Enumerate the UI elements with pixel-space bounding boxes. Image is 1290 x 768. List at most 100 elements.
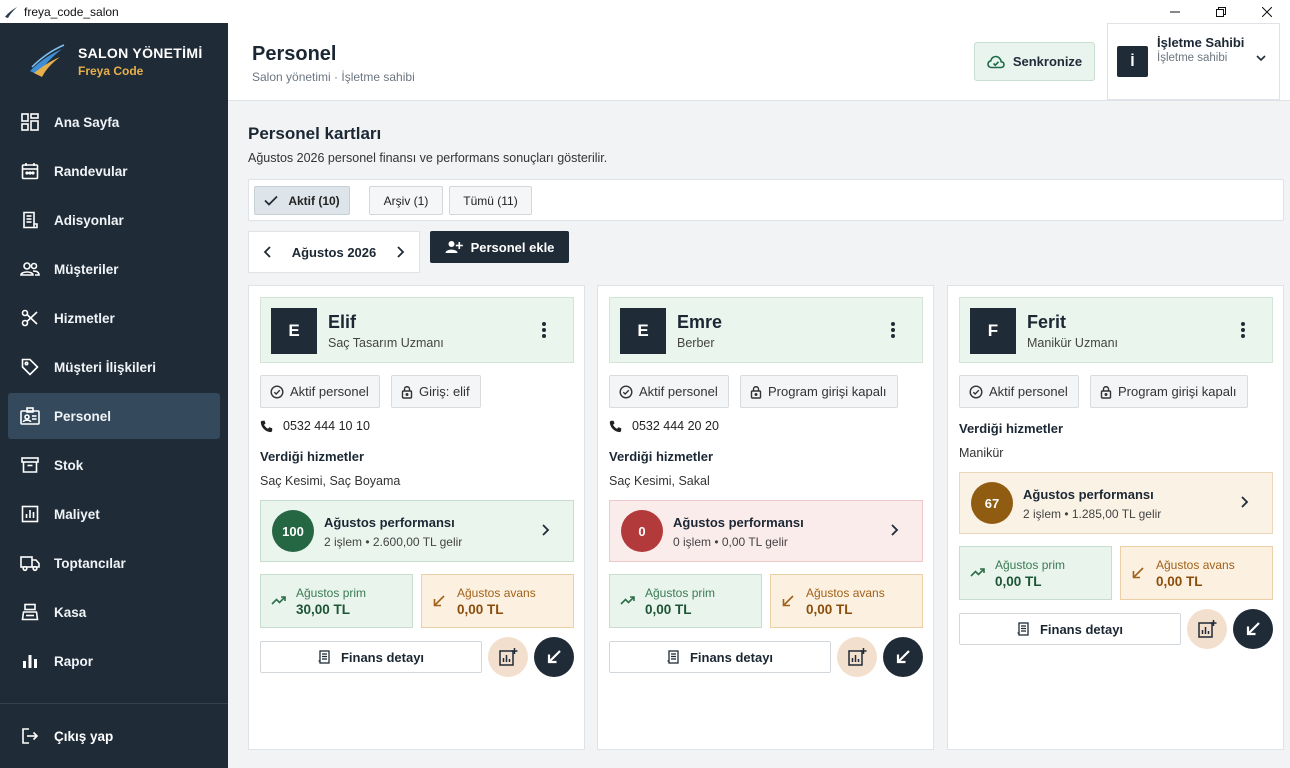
sidebar: SALON YÖNETİMİ Freya Code Ana Sayfa Rand… (0, 23, 228, 768)
brand: SALON YÖNETİMİ Freya Code (0, 23, 228, 99)
sidebar-item-musteriler[interactable]: Müşteriler (8, 246, 220, 292)
filter-bar: Aktif (10) Arşiv (1) Tümü (11) (248, 179, 1284, 221)
performance-score: 67 (971, 482, 1013, 524)
archive-icon (20, 455, 40, 475)
avans-value: 0,00 TL (457, 602, 504, 617)
cloud-sync-icon (987, 55, 1005, 68)
sidebar-item-personel[interactable]: Personel (8, 393, 220, 439)
prim-label: Ağustos prim (645, 586, 716, 600)
finance-detail-button[interactable]: Finans detayı (609, 641, 831, 673)
finance-detail-button[interactable]: Finans detayı (260, 641, 482, 673)
phone-number: 0532 444 20 20 (632, 419, 719, 433)
finance-detail-button[interactable]: Finans detayı (959, 613, 1181, 645)
add-report-button[interactable] (1187, 609, 1227, 649)
add-staff-label: Personel ekle (470, 239, 555, 255)
add-staff-button[interactable]: Personel ekle (430, 231, 569, 263)
register-icon (20, 602, 40, 622)
user-menu[interactable]: İ İşletme Sahibi İşletme sahibi (1107, 23, 1280, 100)
phone-number: 0532 444 10 10 (283, 419, 370, 433)
chevron-left-icon[interactable] (263, 245, 273, 259)
lock-icon (401, 385, 413, 399)
chevron-right-icon[interactable] (395, 245, 405, 259)
trending-up-icon (970, 568, 985, 577)
logout-button[interactable]: Çıkış yap (0, 703, 228, 768)
avans-box: Ağustos avans 0,00 TL (421, 574, 574, 628)
performance-panel[interactable]: 0 Ağustos performansı 0 işlem • 0,00 TL … (609, 500, 923, 562)
more-vertical-icon[interactable] (1240, 321, 1246, 339)
phone-row: 0532 444 10 10 (260, 419, 370, 433)
sidebar-item-hizmetler[interactable]: Hizmetler (8, 295, 220, 341)
advance-button[interactable] (534, 637, 574, 677)
brand-title: SALON YÖNETİMİ (78, 44, 203, 61)
lock-icon (750, 385, 762, 399)
app-icon (4, 5, 18, 19)
sidebar-item-toptancilar[interactable]: Toptancılar (8, 540, 220, 586)
sidebar-item-stok[interactable]: Stok (8, 442, 220, 488)
logout-icon (20, 726, 40, 746)
phone-row: 0532 444 20 20 (609, 419, 719, 433)
filter-arsiv[interactable]: Arşiv (1) (369, 186, 443, 215)
sync-button[interactable]: Senkronize (974, 42, 1095, 81)
brand-subtitle: Freya Code (78, 63, 144, 78)
scissors-icon (20, 308, 40, 328)
filter-aktif[interactable]: Aktif (10) (254, 186, 350, 215)
sidebar-item-adisyonlar[interactable]: Adisyonlar (8, 197, 220, 243)
arrow-down-left-icon (1246, 622, 1260, 636)
advance-button[interactable] (883, 637, 923, 677)
services-list: Manikür (959, 446, 1004, 460)
sidebar-item-randevular[interactable]: Randevular (8, 148, 220, 194)
maximize-button[interactable] (1198, 0, 1244, 23)
performance-panel[interactable]: 67 Ağustos performansı 2 işlem • 1.285,0… (959, 472, 1273, 534)
add-report-button[interactable] (837, 637, 877, 677)
login-chip: Giriş: elif (391, 375, 481, 408)
performance-title: Ağustos performansı (324, 515, 455, 530)
sidebar-item-rapor[interactable]: Rapor (8, 638, 220, 684)
close-window-button[interactable] (1244, 0, 1290, 23)
login-chip-label: Giriş: elif (419, 384, 470, 399)
phone-icon (609, 420, 622, 432)
sidebar-item-maliyet[interactable]: Maliyet (8, 491, 220, 537)
advance-button[interactable] (1233, 609, 1273, 649)
more-vertical-icon[interactable] (541, 321, 547, 339)
arrow-down-left-icon (547, 650, 561, 664)
more-vertical-icon[interactable] (890, 321, 896, 339)
page-subtitle: Salon yönetimi · İşletme sahibi (252, 70, 415, 84)
document-icon (1017, 622, 1029, 636)
services-title: Verdiği hizmetler (959, 421, 1064, 436)
login-chip-label: Program girişi kapalı (1118, 384, 1237, 399)
main-content: Personel kartları Ağustos 2026 personel … (248, 101, 1284, 768)
sidebar-item-musteri-iliskileri[interactable]: Müşteri İlişkileri (8, 344, 220, 390)
staff-name: Ferit (1027, 312, 1067, 332)
prim-box: Ağustos prim 0,00 TL (609, 574, 762, 628)
prim-value: 0,00 TL (645, 602, 692, 617)
staff-name: Emre (677, 312, 723, 332)
sidebar-item-label: Randevular (54, 163, 128, 179)
status-chip: Aktif personel (609, 375, 729, 408)
chevron-down-icon (1256, 55, 1266, 62)
window-titlebar: freya_code_salon (0, 0, 1290, 23)
sidebar-item-label: Rapor (54, 653, 94, 669)
report-add-icon (499, 648, 518, 666)
add-report-button[interactable] (488, 637, 528, 677)
sidebar-item-ana-sayfa[interactable]: Ana Sayfa (8, 99, 220, 145)
sidebar-item-label: Stok (54, 457, 84, 473)
prim-value: 30,00 TL (296, 602, 351, 617)
avatar: F (970, 308, 1016, 354)
tag-icon (20, 357, 40, 377)
performance-title: Ağustos performansı (1023, 487, 1154, 502)
avans-label: Ağustos avans (806, 586, 885, 600)
avatar: E (271, 308, 317, 354)
prim-label: Ağustos prim (296, 586, 367, 600)
performance-panel[interactable]: 100 Ağustos performansı 2 işlem • 2.600,… (260, 500, 574, 562)
performance-title: Ağustos performansı (673, 515, 804, 530)
staff-card: E Elif Saç Tasarım Uzmanı Aktif personel… (248, 285, 585, 750)
sidebar-item-kasa[interactable]: Kasa (8, 589, 220, 635)
logo-icon (30, 44, 65, 77)
minimize-button[interactable] (1152, 0, 1198, 23)
filter-tumu[interactable]: Tümü (11) (449, 186, 532, 215)
sidebar-item-label: Adisyonlar (54, 212, 124, 228)
document-icon (667, 650, 679, 664)
services-list: Saç Kesimi, Sakal (609, 474, 710, 488)
window-title: freya_code_salon (24, 4, 119, 19)
page-header: Personel Salon yönetimi · İşletme sahibi… (228, 23, 1290, 101)
